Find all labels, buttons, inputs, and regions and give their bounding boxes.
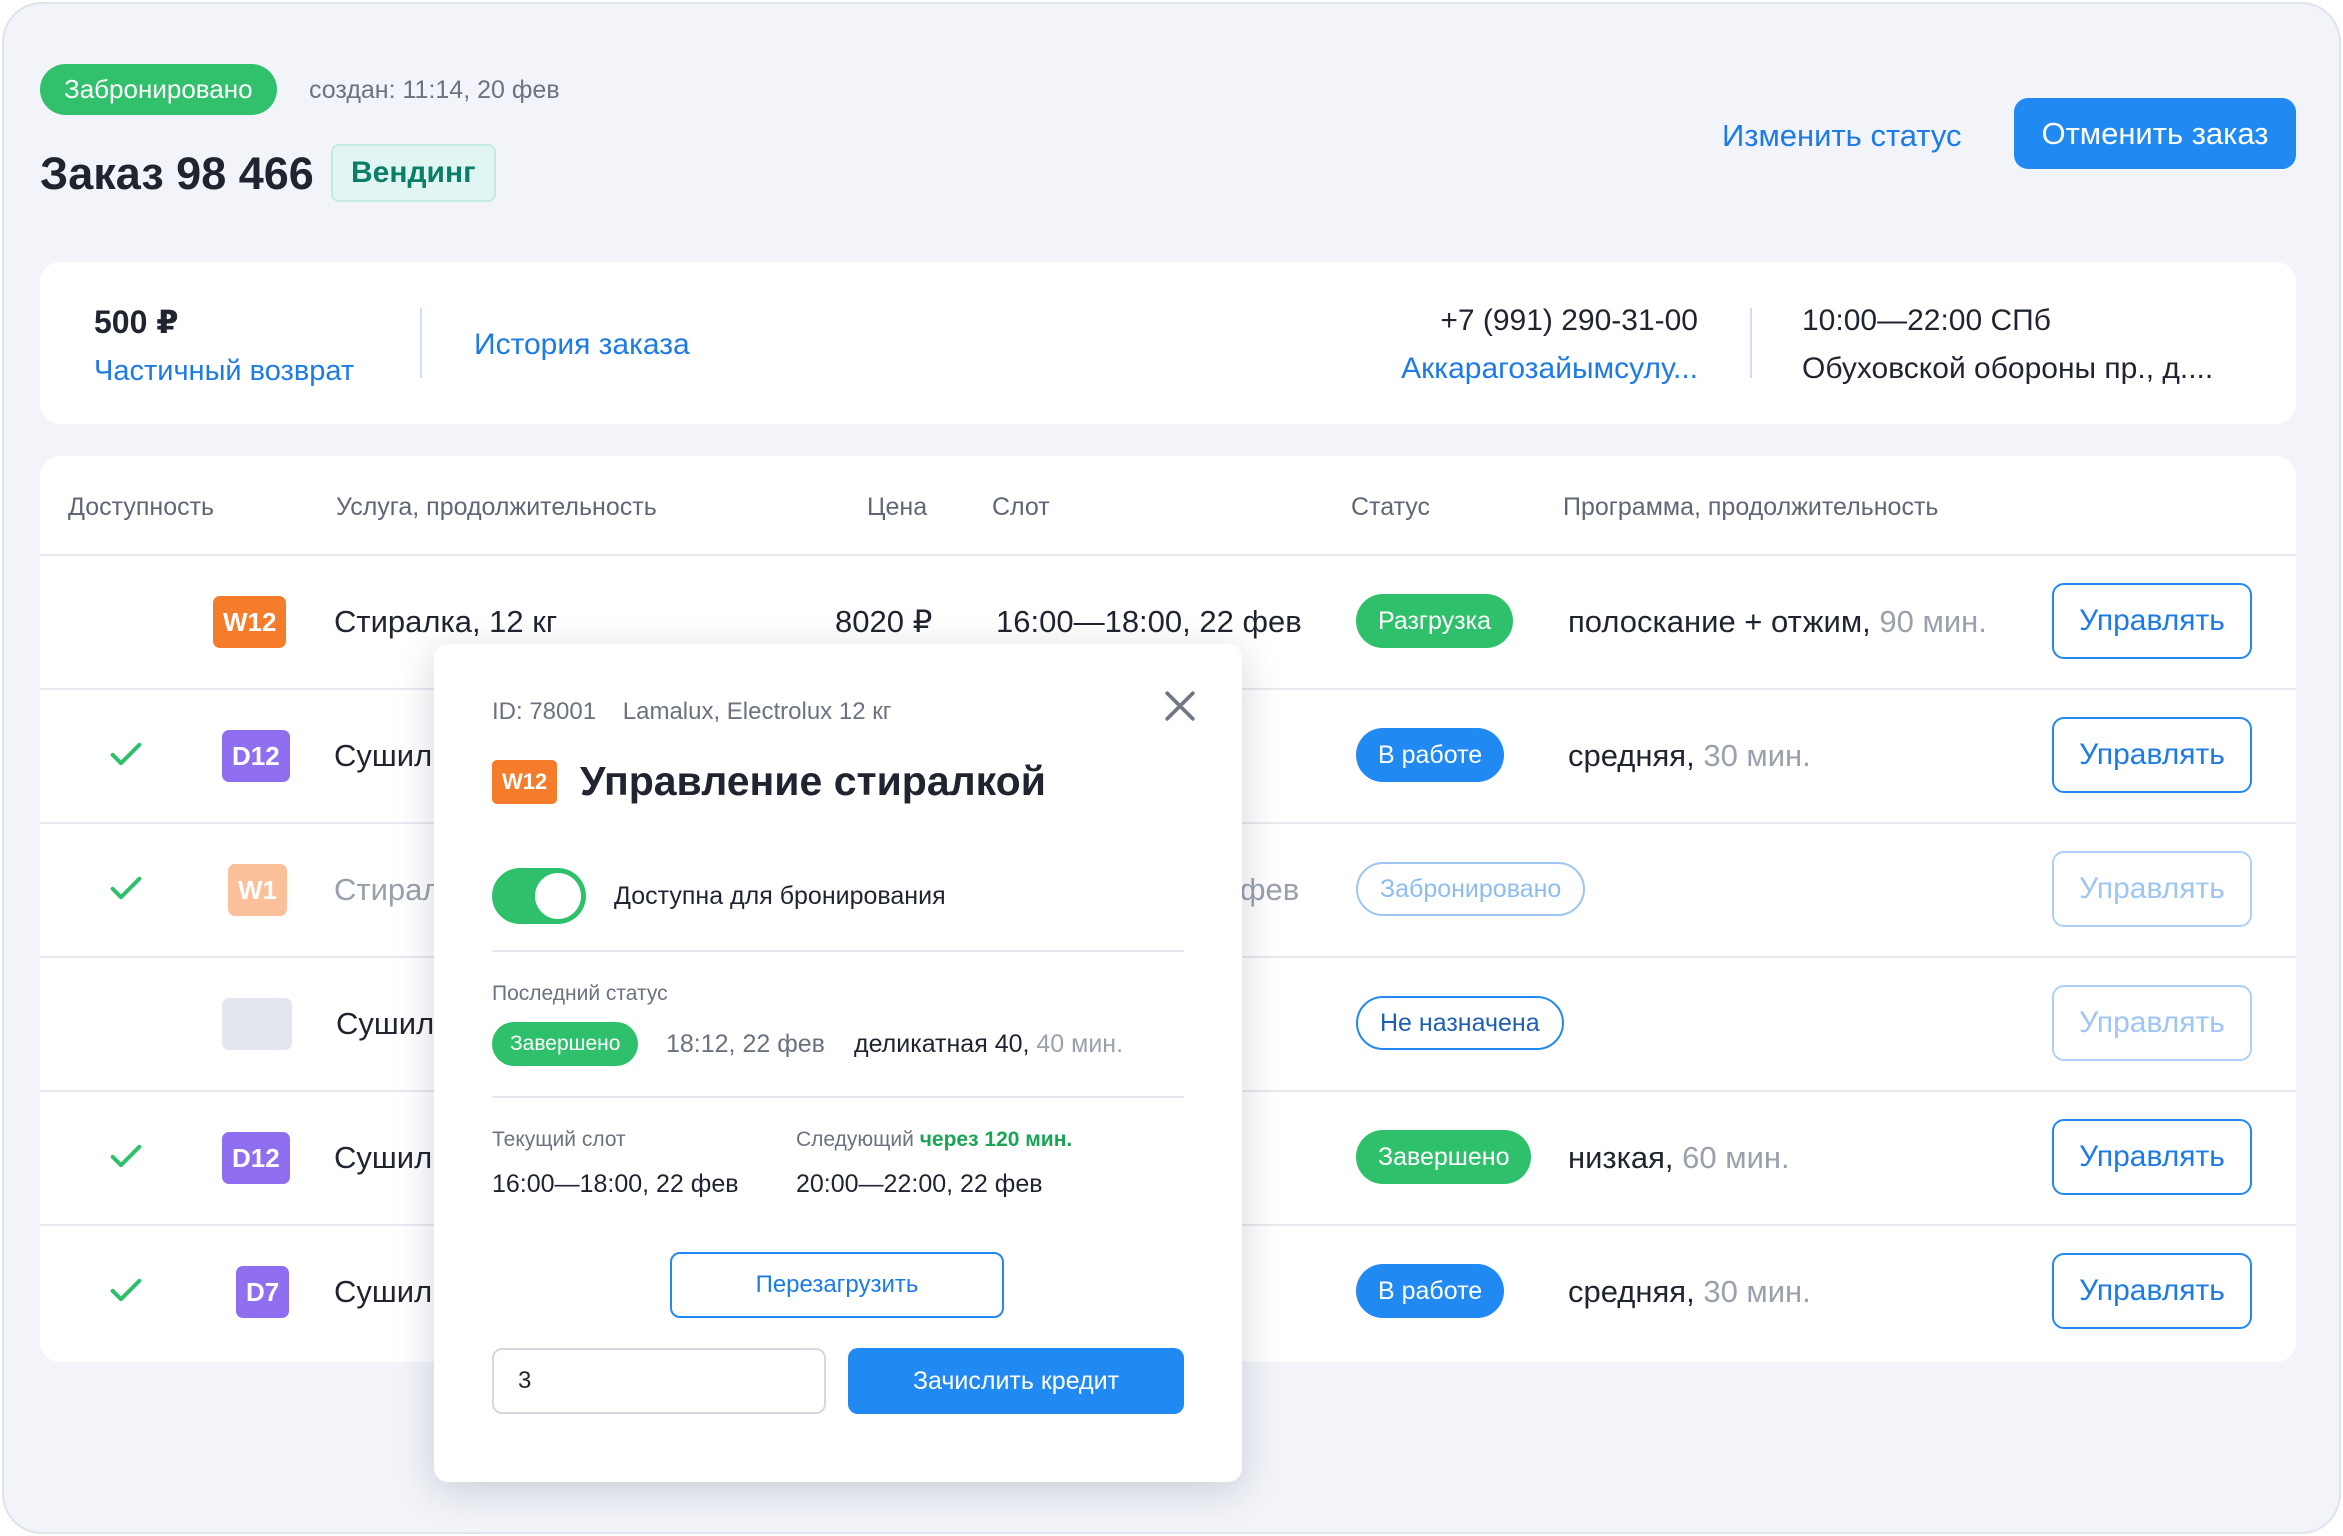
service-name: Сушил bbox=[334, 738, 433, 773]
program-name: средняя, 30 мин. bbox=[1568, 736, 1811, 776]
created-timestamp: создан: 11:14, 20 фев bbox=[309, 76, 560, 104]
divider bbox=[492, 950, 1184, 952]
status-badge: Забронировано bbox=[1356, 862, 1586, 916]
program-name: полоскание + отжим, 90 мин. bbox=[1568, 602, 1987, 642]
credit-amount-input[interactable] bbox=[492, 1348, 826, 1414]
program-duration: 90 мин. bbox=[1879, 604, 1987, 639]
program-name: средняя, 30 мин. bbox=[1568, 1272, 1811, 1312]
column-header-price: Цена bbox=[867, 493, 928, 521]
program-duration: 30 мин. bbox=[1703, 1274, 1811, 1309]
check-icon bbox=[110, 876, 142, 900]
location-hours: 10:00—22:00 СПб bbox=[1802, 304, 2051, 337]
order-amount: 500 ₽ bbox=[94, 304, 179, 340]
next-slot-countdown: через 120 мин. bbox=[919, 1128, 1073, 1151]
next-slot-label: Следующий bbox=[796, 1128, 914, 1151]
service-slot: фев bbox=[1240, 872, 1300, 907]
column-header-status: Статус bbox=[1351, 493, 1431, 521]
washer-control-popup: ID: 78001 Lamalux, Electrolux 12 кг W12 … bbox=[434, 644, 1242, 1482]
device-badge: D12 bbox=[222, 1132, 290, 1184]
divider bbox=[492, 1096, 1184, 1098]
manage-button[interactable]: Управлять bbox=[2052, 985, 2252, 1061]
program-duration: 60 мин. bbox=[1682, 1140, 1790, 1175]
location-address: Обуховской обороны пр., д.... bbox=[1802, 352, 2214, 385]
popup-title: Управление стиралкой bbox=[580, 758, 1046, 804]
current-slot: 16:00—18:00, 22 фев bbox=[492, 1170, 739, 1198]
device-badge: D12 bbox=[222, 730, 290, 782]
next-slot: 20:00—22:00, 22 фев bbox=[796, 1170, 1043, 1198]
manage-button[interactable]: Управлять bbox=[2052, 717, 2252, 793]
last-status-badge: Завершено bbox=[492, 1022, 639, 1066]
column-header-service: Услуга, продолжительность bbox=[336, 493, 657, 521]
manage-button[interactable]: Управлять bbox=[2052, 851, 2252, 927]
device-badge: W12 bbox=[492, 760, 558, 804]
device-badge: D7 bbox=[236, 1266, 290, 1318]
toggle-label: Доступна для бронирования bbox=[614, 882, 946, 910]
close-icon[interactable] bbox=[1158, 684, 1202, 728]
manage-button[interactable]: Управлять bbox=[2052, 1253, 2252, 1329]
cancel-order-button[interactable]: Отменить заказ bbox=[2014, 98, 2296, 169]
program-duration: 30 мин. bbox=[1703, 738, 1811, 773]
order-info-card: 500 ₽ Частичный возврат История заказа +… bbox=[40, 262, 2296, 424]
service-name: Стиралка, 12 кг bbox=[334, 604, 558, 639]
last-status-time: 18:12, 22 фев bbox=[666, 1030, 825, 1058]
service-name: Стирал bbox=[334, 872, 441, 907]
manage-button[interactable]: Управлять bbox=[2052, 1119, 2252, 1195]
service-name: Сушил bbox=[334, 1274, 433, 1309]
page-title: Заказ 98 466 bbox=[40, 148, 314, 199]
program-label: средняя, bbox=[1568, 738, 1695, 773]
divider bbox=[420, 308, 422, 378]
change-status-link[interactable]: Изменить статус bbox=[1722, 116, 1962, 156]
service-slot: 16:00—18:00, 22 фев bbox=[996, 604, 1302, 639]
service-price: 8020 ₽ bbox=[835, 604, 933, 639]
add-credit-button[interactable]: Зачислить кредит bbox=[848, 1348, 1184, 1414]
check-icon bbox=[110, 742, 142, 766]
order-history-link[interactable]: История заказа bbox=[474, 326, 690, 364]
program-name: низкая, 60 мин. bbox=[1568, 1138, 1790, 1178]
client-name-link[interactable]: Аккарагозайымсулу... bbox=[1401, 350, 1698, 388]
check-icon bbox=[110, 1278, 142, 1302]
status-badge: В работе bbox=[1356, 1264, 1505, 1318]
order-status-badge: Забронировано bbox=[40, 64, 277, 115]
status-badge: Разгрузка bbox=[1356, 594, 1514, 648]
app-frame: Забронировано создан: 11:14, 20 фев Зака… bbox=[2, 2, 2341, 1534]
last-program-label: деликатная 40, bbox=[854, 1030, 1030, 1058]
device-badge: W12 bbox=[213, 596, 287, 648]
service-name: Сушил bbox=[336, 1006, 435, 1041]
reload-button[interactable]: Перезагрузить bbox=[670, 1252, 1004, 1318]
client-phone: +7 (991) 290-31-00 bbox=[1440, 304, 1698, 337]
divider bbox=[1750, 308, 1752, 378]
device-badge: W1 bbox=[228, 864, 287, 916]
toggle-knob bbox=[535, 873, 581, 919]
program-label: полоскание + отжим, bbox=[1568, 604, 1871, 639]
last-program: деликатная 40, 40 мин. bbox=[854, 1028, 1123, 1060]
device-model: Lamalux, Electrolux 12 кг bbox=[622, 698, 892, 725]
column-header-availability: Доступность bbox=[68, 493, 215, 521]
service-name: Сушил bbox=[334, 1140, 433, 1175]
column-header-program: Программа, продолжительность bbox=[1563, 493, 1939, 521]
last-program-duration: 40 мин. bbox=[1036, 1030, 1124, 1058]
device-badge-placeholder bbox=[222, 998, 292, 1050]
status-badge: В работе bbox=[1356, 728, 1505, 782]
column-header-slot: Слот bbox=[992, 493, 1050, 521]
next-slot-label-line: Следующий через 120 мин. bbox=[796, 1126, 1072, 1154]
current-slot-label: Текущий слот bbox=[492, 1128, 626, 1151]
device-id-line: ID: 78001 Lamalux, Electrolux 12 кг bbox=[492, 696, 891, 728]
device-id: ID: 78001 bbox=[492, 698, 597, 725]
program-label: средняя, bbox=[1568, 1274, 1695, 1309]
check-icon bbox=[110, 1144, 142, 1168]
booking-availability-toggle[interactable] bbox=[492, 868, 586, 924]
status-badge: Завершено bbox=[1356, 1130, 1532, 1184]
program-label: низкая, bbox=[1568, 1140, 1674, 1175]
order-type-badge: Вендинг bbox=[331, 144, 496, 202]
status-badge: Не назначена bbox=[1356, 996, 1564, 1050]
manage-button[interactable]: Управлять bbox=[2052, 583, 2252, 659]
partial-refund-link[interactable]: Частичный возврат bbox=[94, 352, 354, 390]
last-status-label: Последний статус bbox=[492, 982, 668, 1005]
